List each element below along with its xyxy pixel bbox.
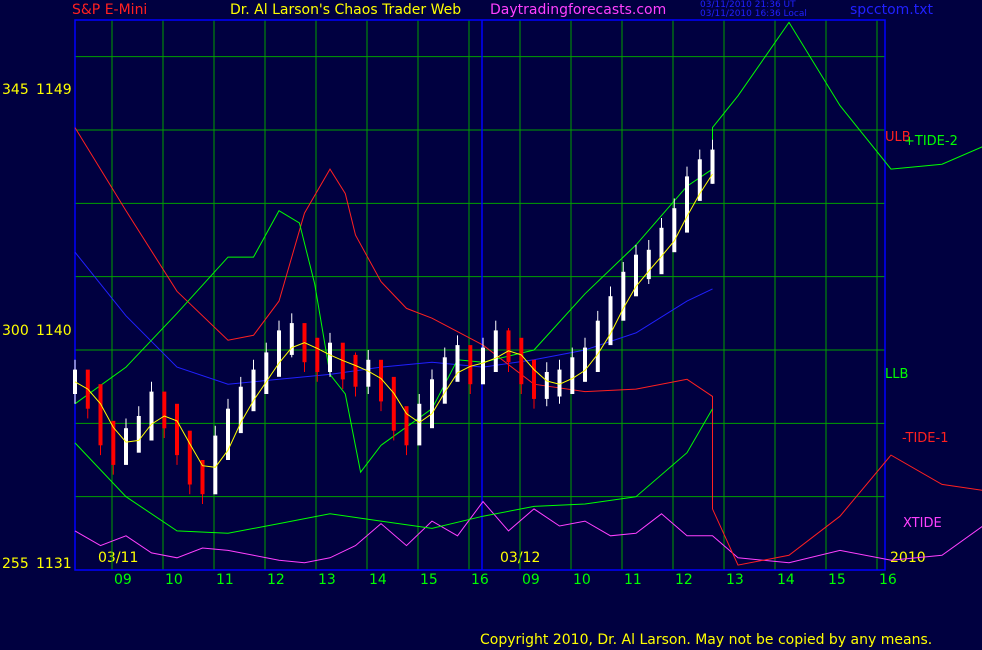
series-tide2	[74, 21, 982, 474]
chart-plot	[73, 19, 982, 571]
series-blue-avg	[74, 251, 713, 385]
plot-frame	[74, 19, 886, 571]
series-ulb-tide1	[74, 127, 982, 566]
